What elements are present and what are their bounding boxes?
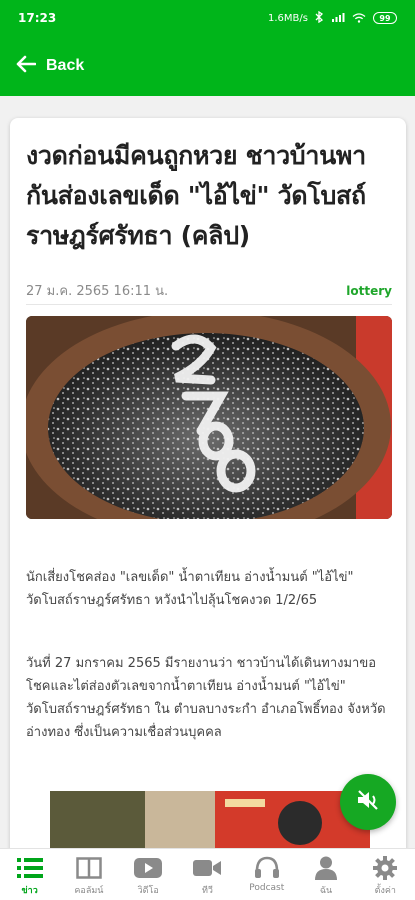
nav-label: Podcast [249, 883, 285, 893]
nav-label: ทีวี [201, 886, 213, 896]
nav-item-video[interactable]: วิดีโอ [119, 849, 178, 900]
article-body-paragraph: วันที่ 27 มกราคม 2565 มีรายงานว่า ชาวบ้า… [26, 656, 386, 740]
wifi-icon [352, 13, 366, 23]
nav-label: ตั้งค่า [374, 886, 396, 896]
user-icon [312, 855, 340, 881]
app-root: 17:23 1.6MB/s 99 Back งวดก่อนมีคนถูกหวย … [0, 0, 415, 900]
app-header: Back [0, 36, 415, 96]
nav-item-columns[interactable]: คอลัมน์ [59, 849, 118, 900]
bottom-navigation: ข่าว คอลัมน์ วิดีโอ ทีวี Podcast ฉัน ตั้… [0, 848, 415, 900]
nav-label: ฉัน [319, 886, 333, 896]
status-bar: 17:23 1.6MB/s 99 [0, 0, 415, 36]
nav-item-profile[interactable]: ฉัน [296, 849, 355, 900]
arrow-left-icon [16, 55, 37, 77]
article-title: งวดก่อนมีคนถูกหวย ชาวบ้านพากันส่องเลขเด็… [26, 141, 366, 250]
back-label: Back [46, 57, 85, 74]
nav-label: คอลัมน์ [74, 886, 104, 896]
category-tag[interactable]: lottery [346, 284, 392, 298]
news-list-icon [16, 855, 44, 881]
bluetooth-icon [315, 10, 324, 26]
nav-item-settings[interactable]: ตั้งค่า [356, 849, 415, 900]
headphones-icon [253, 855, 281, 881]
gear-icon [371, 855, 399, 881]
video-play-icon [134, 855, 163, 881]
signal-icon [331, 12, 345, 25]
battery-icon: 99 [373, 12, 397, 24]
nav-label: ข่าว [21, 886, 38, 896]
video-camera-icon [193, 855, 222, 881]
article-lead-paragraph: นักเสี่ยงโชคส่อง "เลขเด็ด" น้ำตาเทียน อ่… [26, 570, 354, 608]
nav-label: วิดีโอ [137, 886, 159, 896]
article-meta: 27 ม.ค. 2565 16:11 น. lottery [26, 280, 392, 301]
hero-image[interactable] [26, 316, 392, 519]
secondary-image[interactable] [50, 791, 370, 851]
nav-item-news[interactable]: ข่าว [0, 849, 59, 900]
audio-toggle-button[interactable] [340, 774, 396, 830]
network-speed: 1.6MB/s [268, 12, 308, 24]
nav-item-tv[interactable]: ทีวี [178, 849, 237, 900]
status-time: 17:23 [18, 11, 57, 25]
speaker-muted-icon [355, 789, 381, 815]
back-button[interactable]: Back [16, 55, 84, 77]
status-indicators: 1.6MB/s 99 [268, 10, 397, 26]
columns-icon [75, 855, 103, 881]
nav-item-podcast[interactable]: Podcast [237, 849, 296, 900]
divider [26, 304, 392, 305]
article-date: 27 ม.ค. 2565 16:11 น. [26, 284, 169, 299]
